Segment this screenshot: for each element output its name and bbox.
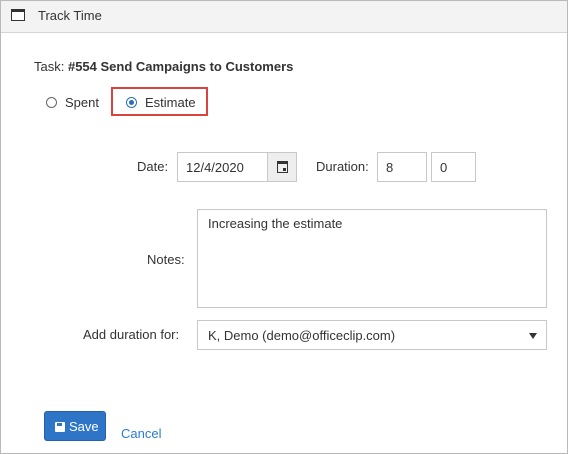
add-duration-select[interactable]: K, Demo (demo@officeclip.com) <box>197 320 547 350</box>
save-button[interactable]: Save <box>44 411 106 441</box>
cancel-link[interactable]: Cancel <box>121 426 161 441</box>
duration-label: Duration: <box>316 159 369 174</box>
duration-hours-input[interactable] <box>377 152 427 182</box>
task-line: Task: #554 Send Campaigns to Customers <box>34 59 293 74</box>
track-time-dialog: Track Time Task: #554 Send Campaigns to … <box>0 0 568 454</box>
task-prefix: Task: <box>34 59 65 74</box>
floppy-disk-icon <box>55 422 65 432</box>
chevron-down-icon <box>529 333 537 339</box>
add-duration-label: Add duration for: <box>83 327 180 342</box>
spent-radio-label[interactable]: Spent <box>65 95 99 110</box>
spent-radio[interactable] <box>46 97 57 108</box>
estimate-radio[interactable] <box>126 97 137 108</box>
estimate-radio-label[interactable]: Estimate <box>145 95 196 110</box>
title-bar: Track Time <box>1 1 567 33</box>
calendar-icon <box>277 161 288 173</box>
notes-label: Notes: <box>147 252 185 267</box>
window-icon <box>11 9 25 21</box>
dialog-title: Track Time <box>38 8 102 23</box>
task-name: #554 Send Campaigns to Customers <box>67 59 294 74</box>
date-input[interactable] <box>177 152 268 182</box>
notes-textarea[interactable]: Increasing the estimate <box>197 209 547 308</box>
save-button-label: Save <box>69 419 99 434</box>
add-duration-selected-value: K, Demo (demo@officeclip.com) <box>208 328 396 343</box>
date-label: Date: <box>137 159 169 174</box>
calendar-button[interactable] <box>267 152 297 182</box>
duration-minutes-input[interactable] <box>431 152 476 182</box>
